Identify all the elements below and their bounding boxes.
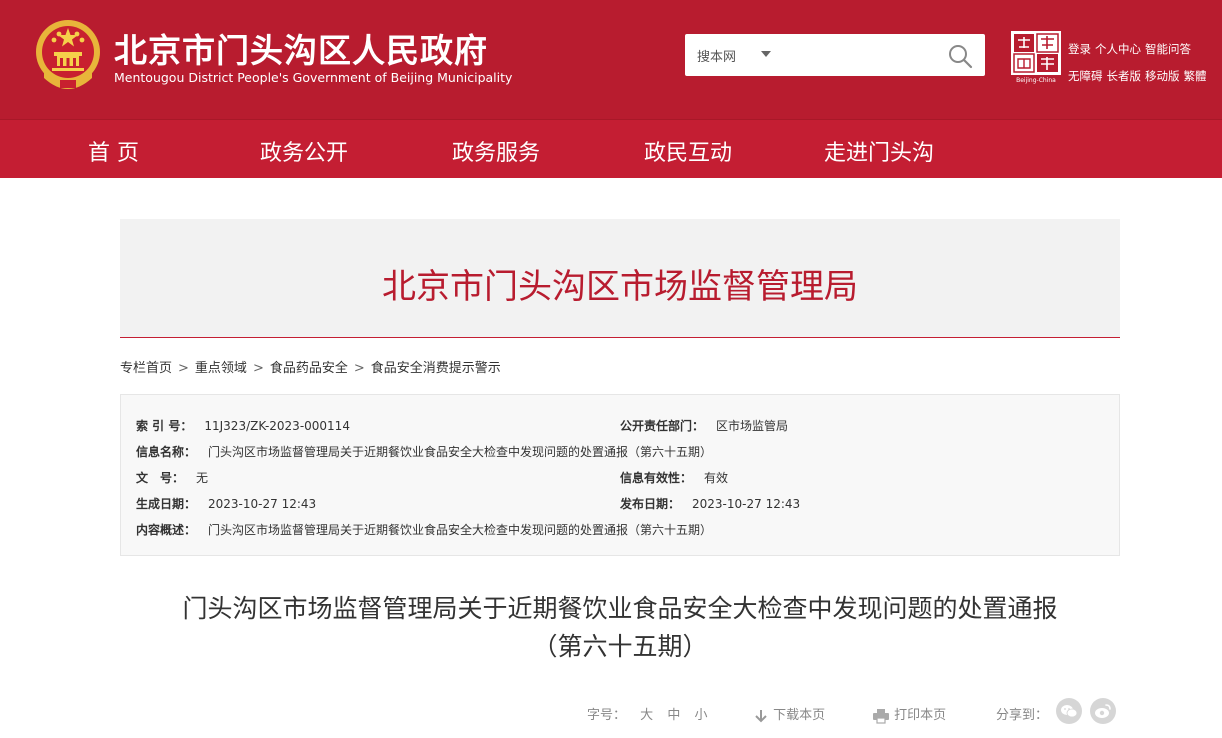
font-small-button[interactable]: 小 [694,708,707,723]
index-number-value: 11J323/ZK-2023-000114 [204,419,350,433]
breadcrumb-item-column-home[interactable]: 专栏首页 [120,361,172,376]
info-name-value: 门头沟区市场监督管理局关于近期餐饮业食品安全大检查中发现问题的处置通报（第六十五… [208,445,713,459]
breadcrumb: 专栏首页 > 重点领域 > 食品药品安全 > 食品安全消费提示警示 [120,357,501,376]
document-metadata: 索 引 号： 11J323/ZK-2023-000114 公开责任部门： 区市场监管… [120,394,1120,556]
article-title-line1: 门头沟区市场监督管理局关于近期餐饮业食品安全大检查中发现问题的处置通报 [182,594,1058,623]
search-icon[interactable] [947,43,973,69]
article-title-line2: （第六十五期） [532,632,708,661]
department-title: 北京市门头沟区市场监督管理局 [382,267,858,307]
print-page-button[interactable]: 打印本页 [872,704,946,724]
nav-item-government-affairs[interactable]: 政务公开 [260,135,348,167]
published-date-value: 2023-10-27 12:43 [692,497,801,511]
search-scope-select[interactable]: 搜本网 [697,46,736,65]
elder-version-link[interactable]: 长者版 [1107,69,1142,83]
site-subtitle: Mentougou District People's Government o… [114,70,513,85]
breadcrumb-item-consumer-alerts[interactable]: 食品安全消费提示警示 [371,361,501,376]
info-name-label: 信息名称： [136,445,197,459]
nav-item-home[interactable]: 首 页 [88,135,139,167]
summary-row: 内容概述： 门头沟区市场监督管理局关于近期餐饮业食品安全大检查中发现问题的处置通报… [136,521,712,538]
breadcrumb-separator: > [353,361,365,376]
main-nav: 首 页 政务公开 政务服务 政民互动 走进门头沟 [0,119,1222,178]
doc-number-value: 无 [196,471,209,485]
validity-row: 信息有效性： 有效 [620,469,728,486]
download-icon [755,709,767,722]
wechat-icon [1061,705,1078,718]
created-date-label: 生成日期： [136,497,197,511]
share-weibo-button[interactable] [1090,698,1116,724]
font-size-label: 字号： [587,708,627,723]
smart-qa-link[interactable]: 智能问答 [1145,42,1191,56]
validity-label: 信息有效性： [620,471,693,485]
summary-value: 门头沟区市场监督管理局关于近期餐饮业食品安全大检查中发现问题的处置通报（第六十五… [208,523,713,537]
doc-number-row: 文 号： 无 [136,469,208,486]
info-name-row: 信息名称： 门头沟区市场监督管理局关于近期餐饮业食品安全大检查中发现问题的处置通报… [136,443,712,460]
mobile-version-link[interactable]: 移动版 [1145,69,1180,83]
department-row: 公开责任部门： 区市场监管局 [620,417,788,434]
article-title: 门头沟区市场监督管理局关于近期餐饮业食品安全大检查中发现问题的处置通报 （第六十… [120,590,1120,666]
published-date-label: 发布日期： [620,497,681,511]
index-number-row: 索 引 号： 11J323/ZK-2023-000114 [136,417,350,434]
printer-icon [873,708,889,724]
department-label: 公开责任部门： [620,419,705,433]
breadcrumb-item-food-drug-safety[interactable]: 食品药品安全 [270,361,348,376]
site-header: 北京市门头沟区人民政府 Mentougou District People's … [0,0,1222,119]
validity-value: 有效 [704,471,729,485]
index-number-label: 索 引 号： [136,419,193,433]
personal-center-link[interactable]: 个人中心 [1095,42,1141,56]
font-size-control: 字号： 大 中 小 [587,704,707,723]
summary-label: 内容概述： [136,523,197,537]
breadcrumb-separator: > [178,361,189,376]
share-wechat-button[interactable] [1056,698,1082,724]
site-title: 北京市门头沟区人民政府 [114,31,488,70]
department-value: 区市场监管局 [716,419,789,433]
share-label: 分享到： [996,708,1049,723]
nav-item-government-services[interactable]: 政务服务 [452,135,540,167]
search-input[interactable] [783,40,933,70]
traditional-chinese-link[interactable]: 繁體 [1184,69,1207,83]
weibo-icon [1095,704,1111,718]
accessibility-link[interactable]: 无障碍 [1068,69,1103,83]
capital-window-seal-icon[interactable]: Beijing-China [1010,30,1062,84]
seal-caption: Beijing-China [1016,77,1056,84]
created-date-row: 生成日期： 2023-10-27 12:43 [136,495,316,512]
download-page-label: 下载本页 [773,708,826,723]
print-page-label: 打印本页 [894,708,947,723]
font-medium-button[interactable]: 中 [667,708,680,723]
national-emblem-icon [36,20,100,89]
nav-item-interaction[interactable]: 政民互动 [644,135,732,167]
search-box: 搜本网 [685,34,985,76]
top-links: 登录 个人中心 智能问答 无障碍 长者版 移动版 繁體 [1068,36,1211,90]
login-link[interactable]: 登录 [1068,42,1091,56]
published-date-row: 发布日期： 2023-10-27 12:43 [620,495,800,512]
chevron-down-icon[interactable] [761,51,771,57]
nav-item-about-mentougou[interactable]: 走进门头沟 [824,135,934,167]
department-banner: 北京市门头沟区市场监督管理局 [120,219,1120,338]
doc-number-label: 文 号： [136,471,185,485]
breadcrumb-item-key-areas[interactable]: 重点领域 [195,361,247,376]
font-large-button[interactable]: 大 [640,708,653,723]
created-date-value: 2023-10-27 12:43 [208,497,317,511]
download-page-button[interactable]: 下载本页 [753,704,825,724]
breadcrumb-separator: > [252,361,264,376]
